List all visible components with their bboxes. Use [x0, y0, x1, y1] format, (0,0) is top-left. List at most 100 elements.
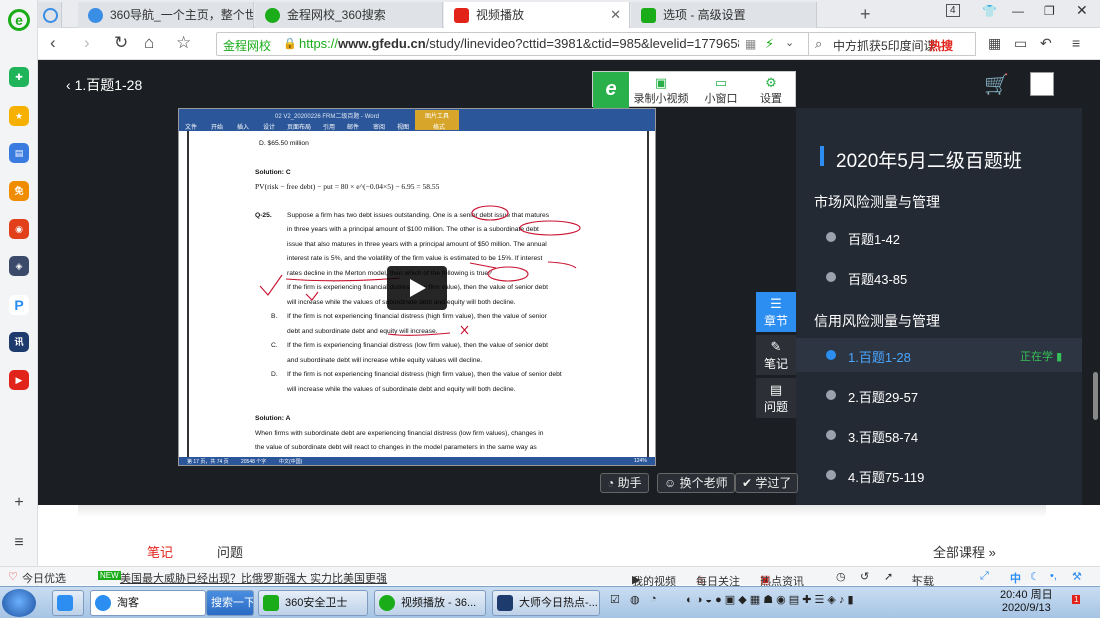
refresh-page-icon[interactable]: ↺ [860, 570, 869, 583]
tab-options[interactable]: 选项 - 高级设置 [631, 2, 817, 28]
sidebar-app-novel-icon[interactable]: 免 [9, 181, 29, 201]
hot-search-badge[interactable]: 热搜 [929, 37, 953, 54]
sidebar-app-news-icon[interactable]: 讯 [9, 332, 29, 352]
qrcode-icon[interactable]: ▦ [745, 37, 756, 51]
doc-line: will increase while the values of subord… [287, 386, 516, 393]
chapter-dot-icon [826, 350, 836, 360]
system-clock[interactable]: 20:40 周日 2020/9/13 [1000, 589, 1053, 615]
back-icon[interactable]: ‹ [50, 33, 56, 53]
record-video-label: 录制小视频 [633, 93, 689, 105]
taskbar-search-button[interactable]: 搜索一下 [206, 590, 254, 616]
tray-check-icon[interactable]: ☑ [610, 593, 620, 606]
tab-label: 选项 - 高级设置 [663, 8, 746, 22]
doc-line: D. [271, 371, 278, 378]
taskbar-app-news[interactable]: 大师今日热点-... [492, 590, 600, 616]
change-teacher-button[interactable]: ☺ 换个老师 [657, 473, 735, 493]
avatar[interactable] [1030, 72, 1054, 96]
daily-picks[interactable]: 今日优选 [22, 570, 66, 586]
sidebar-app-game2-icon[interactable]: ◈ [9, 256, 29, 276]
refresh-icon[interactable]: ↻ [114, 33, 128, 53]
learned-button[interactable]: ✔ 学过了 [735, 473, 799, 493]
battery-icon[interactable]: ▭ [1014, 35, 1027, 52]
sidebar-app-doc-icon[interactable]: ▤ [9, 143, 29, 163]
taskbar-app-360safe[interactable]: 360安全卫士 [258, 590, 368, 616]
notes-button[interactable]: ✎ 笔记 [756, 335, 796, 375]
mini-window-button[interactable]: ▭ 小窗口 [693, 75, 749, 106]
forward-icon[interactable]: › [84, 33, 90, 53]
tray-icons[interactable]: ◐ ◑ ◒ ● ▣ ◆ ▦ ☗ ◉ ▤ ✚ ☰ ◈ ♪ ▮ [686, 593, 854, 606]
wrench-icon[interactable]: ⚒ [1072, 570, 1082, 583]
tab-gfedu-search[interactable]: 金程网校_360搜索 [255, 2, 443, 28]
chapter-item[interactable]: 2.百题29-57 [796, 378, 1082, 412]
restore-icon[interactable]: ❐ [1044, 4, 1055, 18]
shirt-icon[interactable]: 👕 [982, 4, 997, 18]
sidebar-add-icon[interactable]: + [9, 494, 29, 512]
chapters-label: 章节 [763, 314, 788, 328]
tray-360-icon[interactable]: ◍ [630, 593, 640, 606]
play-icon [410, 279, 426, 297]
tray-wechat-icon[interactable]: ◔ [650, 593, 657, 605]
chapter-item[interactable]: 3.百题58-74 [796, 418, 1082, 452]
start-button[interactable] [2, 589, 36, 617]
browser-logo-icon[interactable]: e [8, 9, 30, 31]
doc-line: C. [271, 342, 278, 349]
expand-icon[interactable]: ⤢ [980, 570, 989, 583]
questions-button[interactable]: ▤ 问题 [756, 378, 796, 418]
search-box[interactable]: ⌕ 中方抓获5印度间谍 热搜 [808, 32, 976, 56]
chapter-item[interactable]: 4.百题75-119 [796, 458, 1082, 492]
taskbar-search-input[interactable]: 淘客 [90, 590, 206, 616]
doc-line: the value of subordinate debt will react… [255, 444, 537, 451]
ime-indicator[interactable]: 中 [1010, 570, 1021, 586]
home-icon[interactable]: ⌂ [144, 33, 154, 53]
taskbar-app-browser[interactable]: 视频播放 - 36... [374, 590, 486, 616]
close-window-icon[interactable]: ✕ [1076, 2, 1088, 19]
all-courses-link[interactable]: 全部课程 » [933, 542, 996, 561]
tab-favicon-icon [641, 8, 656, 23]
undo-icon[interactable]: ↶ [1040, 35, 1052, 52]
moon-icon[interactable]: ☾ [1030, 570, 1040, 583]
clock-icon[interactable]: ◷ [836, 570, 846, 583]
apps-grid-icon[interactable]: ▦ [988, 35, 1001, 52]
sidebar-app-video-icon[interactable]: ▶ [9, 370, 29, 390]
settings-button[interactable]: ⚙ 设置 [743, 75, 799, 106]
tab-count-badge[interactable]: 4 [946, 4, 960, 17]
minimize-icon[interactable]: — [1012, 4, 1024, 18]
punct-icon[interactable]: •, [1050, 570, 1057, 582]
dropdown-chevron-icon[interactable]: ⌄ [785, 36, 794, 49]
back-link[interactable]: ‹ 1.百题1-28 [66, 75, 142, 95]
taskbar-ie-icon[interactable] [52, 590, 84, 616]
lock-icon: 🔒 [283, 38, 297, 50]
sidebar-app-game-icon[interactable]: ◉ [9, 219, 29, 239]
sidebar-app-star-icon[interactable]: ★ [9, 106, 29, 126]
word-status-page: 第 17 页，共 74 页 [187, 459, 229, 465]
url-field[interactable]: 金程网校 🔒 https://www.gfedu.cn/study/linevi… [216, 32, 836, 56]
sidebar-app-p-icon[interactable]: P [9, 295, 29, 315]
assistant-button[interactable]: ◔ 助手 [600, 473, 649, 493]
sidebar-menu-icon[interactable]: ≡ [9, 534, 29, 552]
comment-icon: ▤ [769, 382, 783, 397]
page-scrollbar[interactable] [1093, 372, 1098, 420]
chapter-item[interactable]: 百题1-42 [796, 220, 1082, 254]
favorite-star-icon[interactable]: ☆ [176, 33, 191, 53]
tab-notes[interactable]: 笔记 [147, 542, 173, 561]
record-video-button[interactable]: ▣ 录制小视频 [633, 75, 689, 106]
chapter-item-current[interactable]: 1.百题1-28 正在学 ▮ [796, 338, 1082, 372]
tab-360-nav[interactable]: 360导航_一个主页，整个世界 [78, 2, 254, 28]
cart-icon[interactable]: 🛒 [984, 72, 1009, 97]
tab-close-icon[interactable]: ✕ [610, 2, 621, 28]
tab-video-play[interactable]: 视频播放 ✕ [444, 2, 630, 28]
notification-badge[interactable]: 1 [1072, 595, 1081, 604]
url-text: https://www.gfedu.cn/study/linevideo?ctt… [299, 36, 739, 51]
play-button[interactable] [387, 266, 447, 310]
news-link[interactable]: 美国最大威胁已经出现？比俄罗斯强大 实力比美国更强 [120, 570, 387, 586]
chapters-button[interactable]: ☰ 章节 [756, 292, 796, 332]
new-tab-icon[interactable]: + [860, 2, 871, 26]
sidebar-app-plus-icon[interactable]: ✚ [9, 67, 29, 87]
speed-icon[interactable]: ⚡ [765, 36, 774, 52]
chapter-item[interactable]: 百题43-85 [796, 260, 1082, 294]
tab-label: 360导航_一个主页，整个世界 [110, 8, 254, 22]
paper-plane-icon[interactable]: ➚ [884, 570, 893, 583]
menu-icon[interactable]: ≡ [1072, 35, 1080, 51]
browser-home-icon[interactable] [38, 2, 62, 28]
tab-questions[interactable]: 问题 [217, 542, 243, 561]
